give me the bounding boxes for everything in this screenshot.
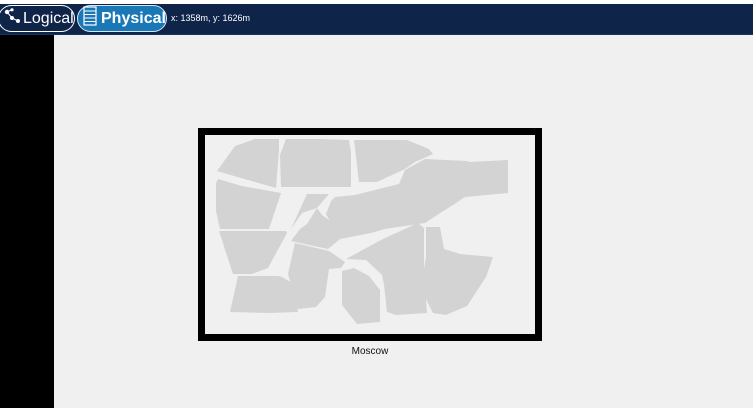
- district-south-east: [423, 227, 493, 315]
- physical-view-label: Physical: [101, 9, 166, 27]
- district-south-far-west: [230, 276, 298, 313]
- left-rail: [0, 35, 54, 408]
- district-north-west: [217, 139, 279, 188]
- logical-view-button[interactable]: Logical: [0, 5, 75, 32]
- physical-view-button[interactable]: Physical: [77, 5, 167, 32]
- map-caption: Moscow: [351, 346, 389, 357]
- district-north: [280, 139, 351, 187]
- district-south-centre-east: [342, 268, 380, 324]
- city-map-frame[interactable]: [198, 128, 542, 341]
- toolbar-top-strip: [0, 0, 753, 4]
- server-rack-icon: [83, 6, 97, 31]
- district-south-center: [288, 243, 345, 309]
- cursor-coordinates: x: 1358m, y: 1626m: [171, 13, 251, 23]
- top-toolbar: Logical Physical x: 1358m, y: 1626m: [0, 0, 753, 35]
- city-districts-map: [216, 139, 508, 324]
- district-south-west: [219, 231, 287, 274]
- logical-view-label: Logical: [23, 9, 74, 27]
- graph-nodes-icon: [3, 8, 21, 29]
